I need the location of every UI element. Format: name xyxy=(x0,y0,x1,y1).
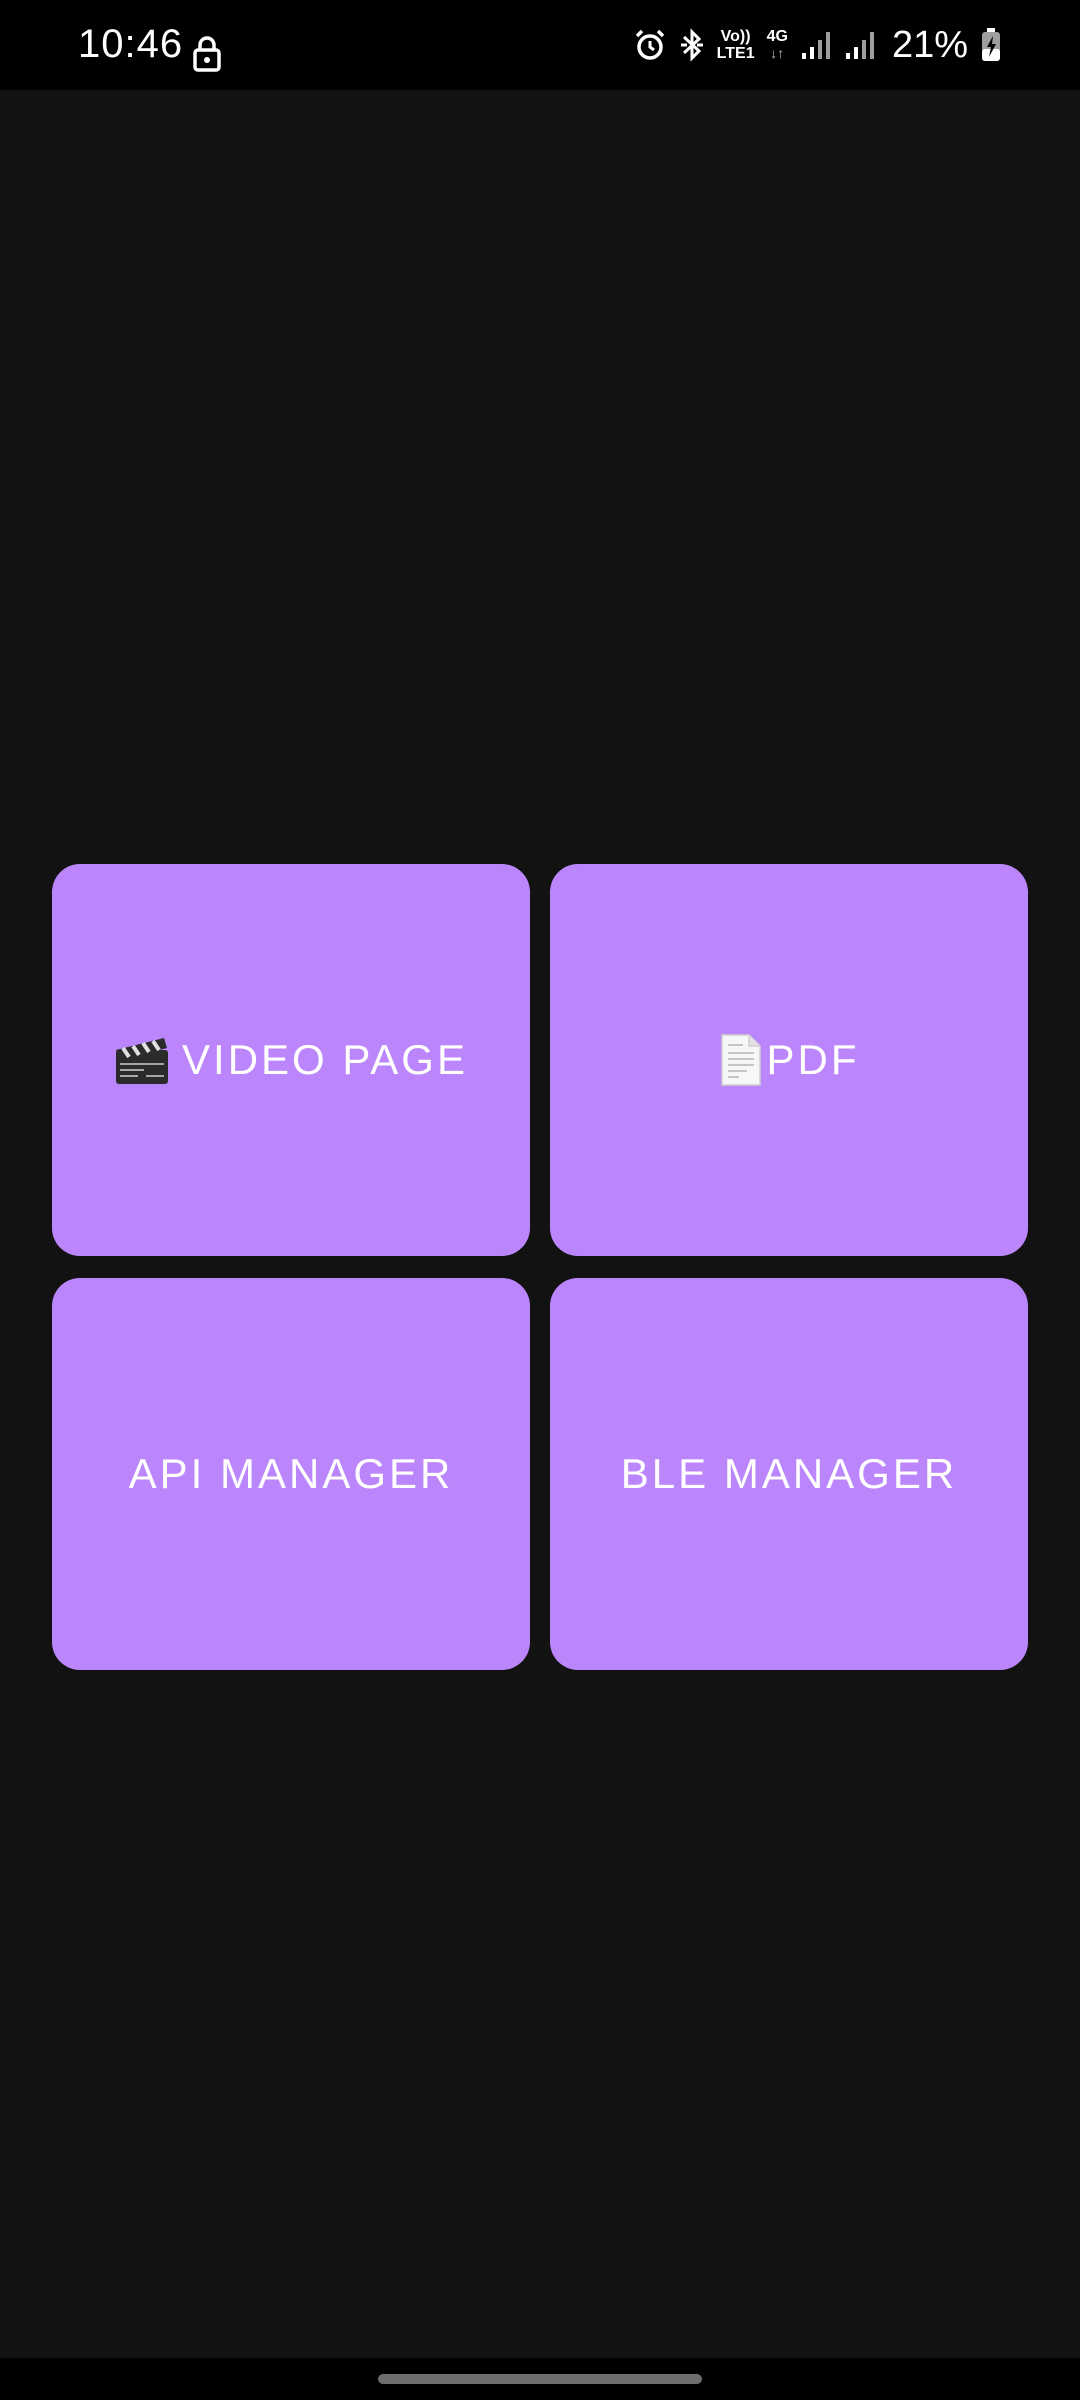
battery-percent: 21% xyxy=(891,23,968,66)
menu-grid: VIDEO PAGE PDF API MANAGER BLE MANAGER xyxy=(52,864,1028,1670)
bluetooth-icon xyxy=(680,28,703,62)
status-icons: Vo)) LTE1 4G ↓↑ 21% xyxy=(633,20,1002,70)
volte-indicator: Vo)) LTE1 xyxy=(717,28,755,62)
video-page-button[interactable]: VIDEO PAGE xyxy=(52,864,530,1256)
tile-label: VIDEO PAGE xyxy=(182,1036,468,1083)
network-arrows: ↓↑ xyxy=(770,45,785,61)
app-screen: 10:46 Vo)) LTE1 4G ↓↑ 21% VIDEO PAGE PDF… xyxy=(0,0,1080,2400)
home-indicator[interactable] xyxy=(378,2374,702,2384)
alarm-icon xyxy=(635,29,664,60)
signal-icon xyxy=(845,32,874,59)
tile-label: API MANAGER xyxy=(128,1450,454,1497)
network-type-indicator: 4G ↓↑ xyxy=(767,28,788,62)
tile-label: PDF xyxy=(766,1036,860,1083)
signal-icon xyxy=(801,32,830,59)
api-manager-button[interactable]: API MANAGER xyxy=(52,1278,530,1670)
network-type: 4G xyxy=(766,28,788,45)
volte-bottom: LTE1 xyxy=(716,45,755,62)
lock-icon xyxy=(193,36,221,72)
status-bar: 10:46 Vo)) LTE1 4G ↓↑ 21% xyxy=(0,0,1080,90)
tile-label: BLE MANAGER xyxy=(620,1450,958,1497)
clapperboard-icon xyxy=(116,1038,169,1084)
status-time: 10:46 xyxy=(78,22,184,66)
battery-charging-icon xyxy=(982,28,1000,61)
document-icon xyxy=(720,1034,761,1086)
pdf-button[interactable]: PDF xyxy=(550,864,1028,1256)
ble-manager-button[interactable]: BLE MANAGER xyxy=(550,1278,1028,1670)
volte-top: Vo)) xyxy=(720,28,751,45)
